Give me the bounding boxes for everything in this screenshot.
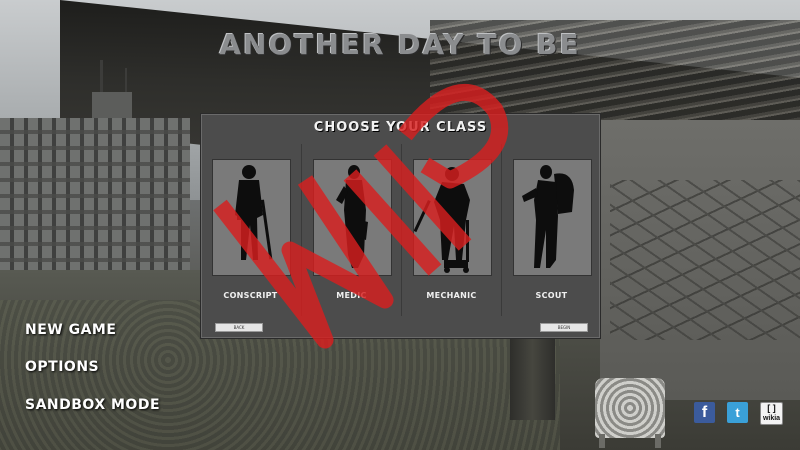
mechanic-silhouette-icon xyxy=(414,167,470,273)
sandbox-mode-button[interactable]: SANDBOX MODE xyxy=(25,397,160,413)
class-label: CONSCRIPT xyxy=(223,291,278,300)
class-label: MECHANIC xyxy=(426,291,477,300)
scout-silhouette-icon xyxy=(522,165,574,268)
game-title: ANOTHER DAY TO BE xyxy=(219,28,581,61)
class-select-panel: CHOOSE YOUR CLASS CONSCRIPT MEDIC MECHAN… xyxy=(200,113,601,339)
class-portrait xyxy=(413,159,492,276)
antenna xyxy=(100,60,103,95)
class-portrait xyxy=(212,159,291,276)
panel-title: CHOOSE YOUR CLASS xyxy=(313,120,488,135)
class-portrait xyxy=(313,159,392,276)
wikia-label: wikia xyxy=(762,415,781,422)
twitter-icon[interactable]: t xyxy=(727,402,748,423)
wikia-icon[interactable]: [ ] wikia xyxy=(760,402,783,425)
ruined-building xyxy=(0,118,190,278)
soldier-silhouette-icon xyxy=(235,165,273,260)
medic-silhouette-icon xyxy=(336,165,368,268)
class-portrait xyxy=(513,159,592,276)
new-game-button[interactable]: NEW GAME xyxy=(25,322,116,338)
class-card-medic[interactable]: MEDIC xyxy=(301,144,401,316)
class-card-mechanic[interactable]: MECHANIC xyxy=(401,144,501,316)
options-button[interactable]: OPTIONS xyxy=(25,359,99,375)
class-card-conscript[interactable]: CONSCRIPT xyxy=(201,144,300,316)
class-label: MEDIC xyxy=(336,291,367,300)
back-button[interactable]: BACK xyxy=(215,323,263,332)
facebook-icon[interactable]: f xyxy=(694,402,715,423)
class-card-scout[interactable]: SCOUT xyxy=(501,144,601,316)
class-label: SCOUT xyxy=(535,291,568,300)
graffiti xyxy=(610,180,800,340)
abandoned-armchair xyxy=(585,368,675,448)
begin-button[interactable]: BEGIN xyxy=(540,323,588,332)
